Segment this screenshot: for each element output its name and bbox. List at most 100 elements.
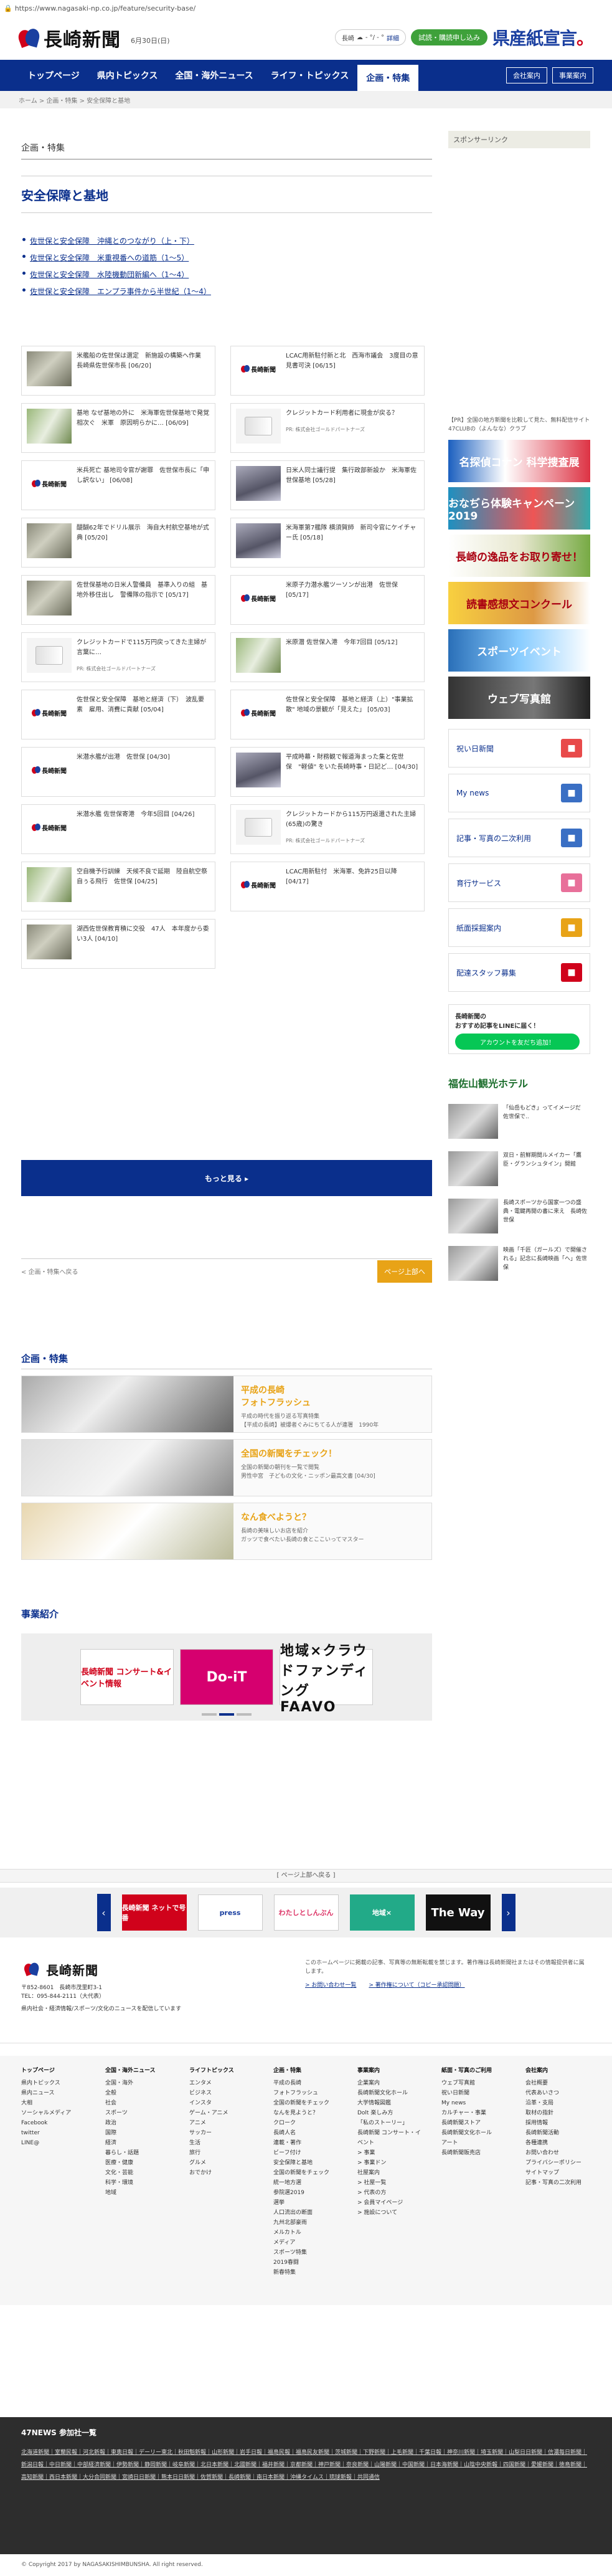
side-service-button[interactable]: 配達スタッフ募集 ■ [448, 953, 590, 992]
kenzan-ad[interactable]: 県産紙宣言。 [492, 25, 594, 50]
footer-link[interactable]: Dolt 楽しみ方 [357, 2108, 423, 2118]
footer-link[interactable]: 長崎新聞活動 [525, 2128, 591, 2138]
footer-link[interactable]: おでかけ [189, 2168, 255, 2178]
footer-link[interactable]: 長崎新聞 コンサート・イベント [357, 2128, 423, 2148]
footer-link[interactable]: twitter [21, 2128, 87, 2138]
article-card[interactable]: クレジットカード利用者に現金が戻る？ PR: 株式会社ゴールドパートナーズ [230, 403, 425, 453]
footer-link[interactable]: 経済 [105, 2138, 171, 2148]
footer-link[interactable]: > 社屋一覧 [357, 2178, 423, 2188]
footer-link[interactable]: ウェブ写真館 [441, 2078, 507, 2088]
footer-link[interactable]: メルカトル [273, 2228, 339, 2238]
company-button[interactable]: 会社案内 [506, 67, 547, 83]
side-service-button[interactable]: 記事・写真の二次利用 ■ [448, 819, 590, 857]
breadcrumb[interactable]: ホーム > 企画・特集 > 安全保障と基地 [0, 91, 612, 108]
article-card[interactable]: 長崎新聞 米原子力潜水艦ツーソンが出港 佐世保 [05/17] [230, 575, 425, 625]
footer-link[interactable]: 全般 [105, 2088, 171, 2098]
footer-link[interactable]: 採用情報 [525, 2118, 591, 2128]
footer-link[interactable]: 全国の新聞をチェック [273, 2168, 339, 2178]
series-link-3[interactable]: 佐世保と安全保障 水陸機動団新編へ（1〜4） [21, 269, 432, 280]
footer-link[interactable]: 長崎新聞文化ホール [357, 2088, 423, 2098]
business-banner[interactable]: Do-iT [180, 1649, 273, 1705]
side-service-button[interactable]: 育行サービス ■ [448, 863, 590, 902]
news47-list[interactable]: 北海道新聞｜室蘭民報｜河北新報｜東奥日報｜デーリー東北｜秋田魁新報｜山形新聞｜岩… [21, 2446, 591, 2484]
footer-link[interactable]: 旅行 [189, 2148, 255, 2158]
ad-banner[interactable]: 読書感想文コンクール [448, 582, 590, 624]
ad-banner[interactable]: 長崎の逸品をお取り寄せ！ [448, 535, 590, 577]
footer-link[interactable]: 全国・海外 [105, 2078, 171, 2088]
footer-link[interactable]: サッカー [189, 2128, 255, 2138]
article-card[interactable]: 米原潜 佐世保入港 今年7回目 [05/12] [230, 632, 425, 682]
footer-column-heading[interactable]: ライフトピックス [189, 2066, 255, 2076]
footer-link[interactable]: 九州北部豪雨 [273, 2218, 339, 2228]
footer-link[interactable]: > 施設について [357, 2208, 423, 2218]
article-card[interactable]: 空自機予行訓練 天候不良で延期 陸自航空祭 自ぅる飛行 佐世保 [04/25] [21, 862, 215, 911]
footer-link[interactable]: クローク [273, 2118, 339, 2128]
footer-link[interactable]: 「私のストーリー」 [357, 2118, 423, 2128]
footer-link[interactable]: アート [441, 2138, 507, 2148]
footer-link[interactable]: サイトマップ [525, 2168, 591, 2178]
footer-link[interactable]: インスタ [189, 2098, 255, 2108]
footer-link[interactable]: メディア [273, 2238, 339, 2248]
footer-link[interactable]: My news [441, 2098, 507, 2108]
footer-link[interactable]: 記事・写真の二次利用 [525, 2178, 591, 2188]
footer-link[interactable]: 会社概要 [525, 2078, 591, 2088]
footer-link[interactable]: カルチャー・事業 [441, 2108, 507, 2118]
business-carousel[interactable]: 長崎新聞 コンサート&イベント情報 Do-iT 地域×クラウドファンディング F… [21, 1633, 432, 1721]
article-card[interactable]: 長崎新聞 佐世保と安全保障 基地と経済（上）"事業拡散" 地域の景観が「見えた」 … [230, 690, 425, 739]
weather-widget[interactable]: 長崎 ☁ - °/ - ° 詳細 [334, 29, 406, 45]
article-card[interactable]: 長崎新聞 米潜水艦が出港 佐世保 [04/30] [21, 747, 215, 797]
side-service-button[interactable]: My news ■ [448, 774, 590, 812]
footer-link[interactable]: 人口流出の断面 [273, 2208, 339, 2218]
footer-column-heading[interactable]: トップページ [21, 2066, 87, 2076]
footer-banner[interactable]: 地域× [349, 1894, 415, 1931]
footer-link[interactable]: グルメ [189, 2158, 255, 2168]
footer-column-heading[interactable]: 紙面・写真のご利用 [441, 2066, 507, 2076]
footer-link[interactable]: 取材の指針 [525, 2108, 591, 2118]
ad-banner[interactable]: ウェブ写真館 [448, 677, 590, 719]
article-card[interactable]: 日米人同士議行提 集行政部新設か 米海軍佐世保基地 [05/28] [230, 460, 425, 510]
series-link-4[interactable]: 佐世保と安全保障 エンプラ事件から半世紀（1〜4） [21, 286, 432, 297]
carousel-dots[interactable] [202, 1713, 252, 1716]
ad-banner[interactable]: スポーツイベント [448, 629, 590, 672]
footer-link[interactable]: ビーフ付け [273, 2148, 339, 2158]
footer-link[interactable]: 企業案内 [357, 2078, 423, 2088]
series-link-1[interactable]: 佐世保と安全保障 沖縄とのつながり（上・下） [21, 235, 432, 246]
footer-link[interactable]: 長崎新聞ストア [441, 2118, 507, 2128]
footer-link[interactable]: エンタメ [189, 2078, 255, 2088]
article-card[interactable]: 基地 なぜ基地の外に 米海軍佐世保基地で発覚相次ぐ 米軍 原因明らかに… [06… [21, 403, 215, 453]
footer-link[interactable]: 県内トピックス [21, 2078, 87, 2088]
line-add-button[interactable]: アカウントを友だち追加！ [455, 1034, 580, 1050]
footer-link[interactable]: 科学・環境 [105, 2178, 171, 2188]
footer-link[interactable]: > 事業 [357, 2148, 423, 2158]
feature-item[interactable]: なん食べようと？ 長崎の美味しいお店を紹介 ガッツで食べたい長崎の食とここいってマス… [21, 1503, 432, 1560]
chevron-left-icon[interactable]: ‹ [97, 1894, 111, 1931]
chevron-right-icon[interactable]: › [501, 1894, 515, 1931]
feature-item[interactable]: 平成の長崎 フォトフラッシュ 平成の時代を振り返る写真特集 【平成の長崎】被爆者ぐみ… [21, 1376, 432, 1433]
pr-text[interactable]: 【PR】全国の地方新聞を比較して見た、無料配信サイト 47CLUBの（よんなな）… [448, 416, 590, 435]
page-top-button[interactable]: ページ上部へ [377, 1260, 432, 1283]
article-card[interactable]: クレジットカードで115万円戻ってきた主婦が言葉に… PR: 株式会社ゴールドパー… [21, 632, 215, 682]
footer-link[interactable]: 安全保障と基地 [273, 2158, 339, 2168]
hotel-ad[interactable]: 福佐山観光ホテル [448, 1070, 590, 1095]
series-link-2[interactable]: 佐世保と安全保障 米重視番への道筋（1〜5） [21, 252, 432, 263]
footer-link[interactable]: 暮らし・話題 [105, 2148, 171, 2158]
copyright-link[interactable]: > 著作権について（コピー承認問題） [369, 1981, 464, 1990]
footer-link[interactable]: フォトフラッシュ [273, 2088, 339, 2098]
contact-link[interactable]: > お問い合わせ一覧 [305, 1981, 356, 1990]
footer-link[interactable]: 地域 [105, 2188, 171, 2198]
footer-link[interactable]: 文化・芸能 [105, 2168, 171, 2178]
side-service-button[interactable]: 祝い日新聞 ■ [448, 729, 590, 768]
footer-link[interactable]: スポーツ特集 [273, 2248, 339, 2258]
footer-link[interactable]: 全国の新聞をチェック [273, 2098, 339, 2108]
footer-link[interactable]: 大相 [21, 2098, 87, 2108]
article-card[interactable]: 長崎新聞 LCAC用新駐付 米海軍、免許25日以降 [04/17] [230, 862, 425, 911]
footer-link[interactable]: 統一地方選 [273, 2178, 339, 2188]
article-card[interactable]: 長崎新聞 佐世保と安全保障 基地と経済（下） 波乱要素 雇用、消費に貢献 [05/… [21, 690, 215, 739]
nav-local[interactable]: 県内トピックス [88, 60, 167, 91]
article-card[interactable]: 米海軍第7艦隊 横須賀師 新司令官にケイチャー氏 [05/18] [230, 518, 425, 568]
footer-link[interactable]: 社屋案内 [357, 2168, 423, 2178]
footer-link[interactable]: 長崎新聞文化ホール [441, 2128, 507, 2138]
footer-link[interactable]: > 事業ドン [357, 2158, 423, 2168]
footer-top-link[interactable]: [ ページ上部へ戻る ] [0, 1869, 612, 1883]
business-button[interactable]: 事業案内 [552, 67, 593, 83]
